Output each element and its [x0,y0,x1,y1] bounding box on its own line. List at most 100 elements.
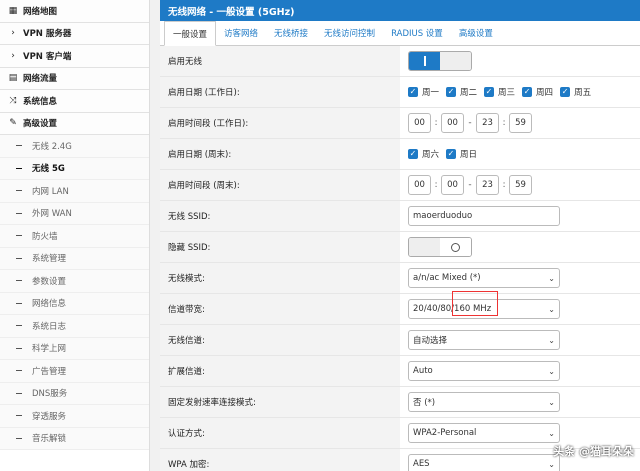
tab-access-control[interactable]: 无线访问控制 [316,20,383,45]
chart-icon: ▤ [8,73,18,84]
sidebar-main-item-label: 网络地图 [23,6,58,17]
checkmark-icon: ✓ [408,87,418,97]
day-checkbox[interactable]: ✓ 周二 [446,86,477,98]
checkmark-icon: ✓ [484,87,495,97]
dash-icon [16,437,22,439]
weekend-end-hour-input[interactable]: 23 [476,175,499,195]
sidebar: ▦ 网络地图 › VPN 服务器 › VPN 客户端 ▤ 网络流量 ⤨ 系统信息 ✎ 高级设置 无线 2… [0,0,150,471]
day-label: 周日 [460,150,478,160]
fixed-rate-select[interactable]: 否 (*) ⌄ [408,392,560,412]
dash-icon [16,145,22,147]
sidebar-sub-item[interactable]: 内网 LAN [0,180,149,203]
weekend-start-hour-input[interactable]: 00 [408,175,431,195]
sidebar-main-item-label: 网络流量 [23,74,58,85]
ssid-input[interactable]: maoerduoduo [408,206,560,226]
day-label: 周五 [574,88,592,98]
chevron-right-icon: › [11,50,15,61]
weekend-label: 启用日期 (周末): [160,139,400,169]
day-checkbox[interactable]: ✓ 周日 [446,148,477,160]
checkmark-icon: ✓ [522,87,533,97]
watermark: 头条 @猫耳朵朵 [553,445,634,458]
dash-icon [16,347,22,349]
sidebar-sub-item[interactable]: 外网 WAN [0,202,149,225]
sidebar-main-item[interactable]: ▤ 网络流量 [0,67,149,90]
sidebar-sub-item-label: 科学上网 [32,344,67,355]
sidebar-main-item[interactable]: › VPN 服务器 [0,22,149,45]
weekday-start-minute-input[interactable]: 00 [441,113,464,133]
chevron-down-icon: ⌄ [548,397,555,407]
tab-wireless-bridge[interactable]: 无线桥接 [266,20,316,45]
row-channel: 无线信道: 自动选择 ⌄ [160,325,640,356]
mode-select[interactable]: a/n/ac Mixed (*) ⌄ [408,268,560,288]
row-weekend-time: 启用时间段 (周末): 00 : 00 - 23 : 59 [160,170,640,201]
dash-icon [16,167,22,169]
sidebar-sub-item[interactable]: 无线 2.4G [0,135,149,158]
day-checkbox[interactable]: ✓ 周一 [408,86,439,98]
tab-radius[interactable]: RADIUS 设置 [383,20,451,45]
day-checkbox[interactable]: ✓ 周三 [484,86,515,98]
wpa-enc-select[interactable]: AES ⌄ [408,454,560,471]
row-hide-ssid: 隐藏 SSID: [160,232,640,263]
checkmark-icon: ✓ [560,87,571,97]
weekday-start-hour-input[interactable]: 00 [408,113,431,133]
sidebar-sub-item[interactable]: 穿透服务 [0,405,149,428]
chevron-down-icon: ⌄ [548,304,555,314]
day-label: 周二 [460,88,478,98]
sidebar-sub-item[interactable]: 音乐解锁 [0,427,149,450]
page-title: 无线网络 - 一般设置 (5GHz) [160,0,640,21]
dash-icon [16,280,22,282]
row-weekday-time: 启用时间段 (工作日): 00 : 00 - 23 : 59 [160,108,640,139]
sidebar-sub-item-label: 参数设置 [32,276,67,287]
sidebar-sub-item[interactable]: 无线 5G [0,157,149,180]
sidebar-sub-item[interactable]: 参数设置 [0,270,149,293]
chevron-right-icon: › [11,28,15,39]
checkmark-icon: ✓ [446,149,457,159]
sidebar-main-item[interactable]: ⤨ 系统信息 [0,90,149,113]
weekday-end-hour-input[interactable]: 23 [476,113,499,133]
bandwidth-label: 信道带宽: [160,294,400,324]
sidebar-sub-item[interactable]: 科学上网 [0,337,149,360]
dash-icon [16,415,22,417]
hide-ssid-toggle[interactable] [408,237,472,257]
day-checkbox[interactable]: ✓ 周六 [408,148,439,160]
tab-general[interactable]: 一般设置 [164,21,217,46]
tab-guest-network[interactable]: 访客网络 [216,20,266,45]
sidebar-main-item[interactable]: ▦ 网络地图 [0,0,149,23]
toggle-on-icon [423,56,426,66]
day-checkbox[interactable]: ✓ 周四 [522,86,553,98]
ext-channel-select[interactable]: Auto ⌄ [408,361,560,381]
checkmark-icon: ✓ [446,87,457,97]
chevron-down-icon: ⌄ [548,459,555,469]
sidebar-sub-item[interactable]: 网络信息 [0,292,149,315]
enable-wireless-label: 启用无线 [160,46,400,76]
auth-select[interactable]: WPA2-Personal ⌄ [408,423,560,443]
weekend-end-minute-input[interactable]: 59 [509,175,532,195]
weekday-end-minute-input[interactable]: 59 [509,113,532,133]
channel-label: 无线信道: [160,325,400,355]
channel-select[interactable]: 自动选择 ⌄ [408,330,560,350]
sidebar-main-item-label: VPN 客户端 [23,51,72,62]
row-weekend: 启用日期 (周末): ✓ 周六 ✓ 周日 [160,139,640,170]
weekend-start-minute-input[interactable]: 00 [441,175,464,195]
tab-advanced[interactable]: 高级设置 [451,20,501,45]
sidebar-sub-item[interactable]: DNS服务 [0,382,149,405]
toggle-off-icon [451,242,460,252]
sidebar-sub-item-label: 外网 WAN [32,209,72,220]
sidebar-main-item[interactable]: ✎ 高级设置 [0,112,149,135]
sidebar-sub-item-label: 广告管理 [32,366,67,377]
sidebar-main-item[interactable]: › VPN 客户端 [0,45,149,68]
sidebar-main-item-label: VPN 服务器 [23,29,72,40]
sidebar-sub-item[interactable]: 防火墙 [0,225,149,248]
sidebar-sub-item[interactable]: 系统日志 [0,315,149,338]
chevron-down-icon: ⌄ [548,366,555,376]
row-weekdays: 启用日期 (工作日): ✓ 周一 ✓ 周二 ✓ 周三 ✓ 周四 ✓ 周五 [160,77,640,108]
shuffle-icon: ⤨ [9,95,17,106]
sidebar-sub-item[interactable]: 广告管理 [0,360,149,383]
enable-wireless-toggle[interactable] [408,51,472,71]
dash-icon [16,392,22,394]
main-content: 无线网络 - 一般设置 (5GHz) 一般设置 访客网络 无线桥接 无线访问控制… [160,0,640,471]
sidebar-sub-item[interactable]: 系统管理 [0,247,149,270]
map-icon: ▦ [8,5,18,16]
day-checkbox[interactable]: ✓ 周五 [560,86,591,98]
day-label: 周四 [536,88,554,98]
